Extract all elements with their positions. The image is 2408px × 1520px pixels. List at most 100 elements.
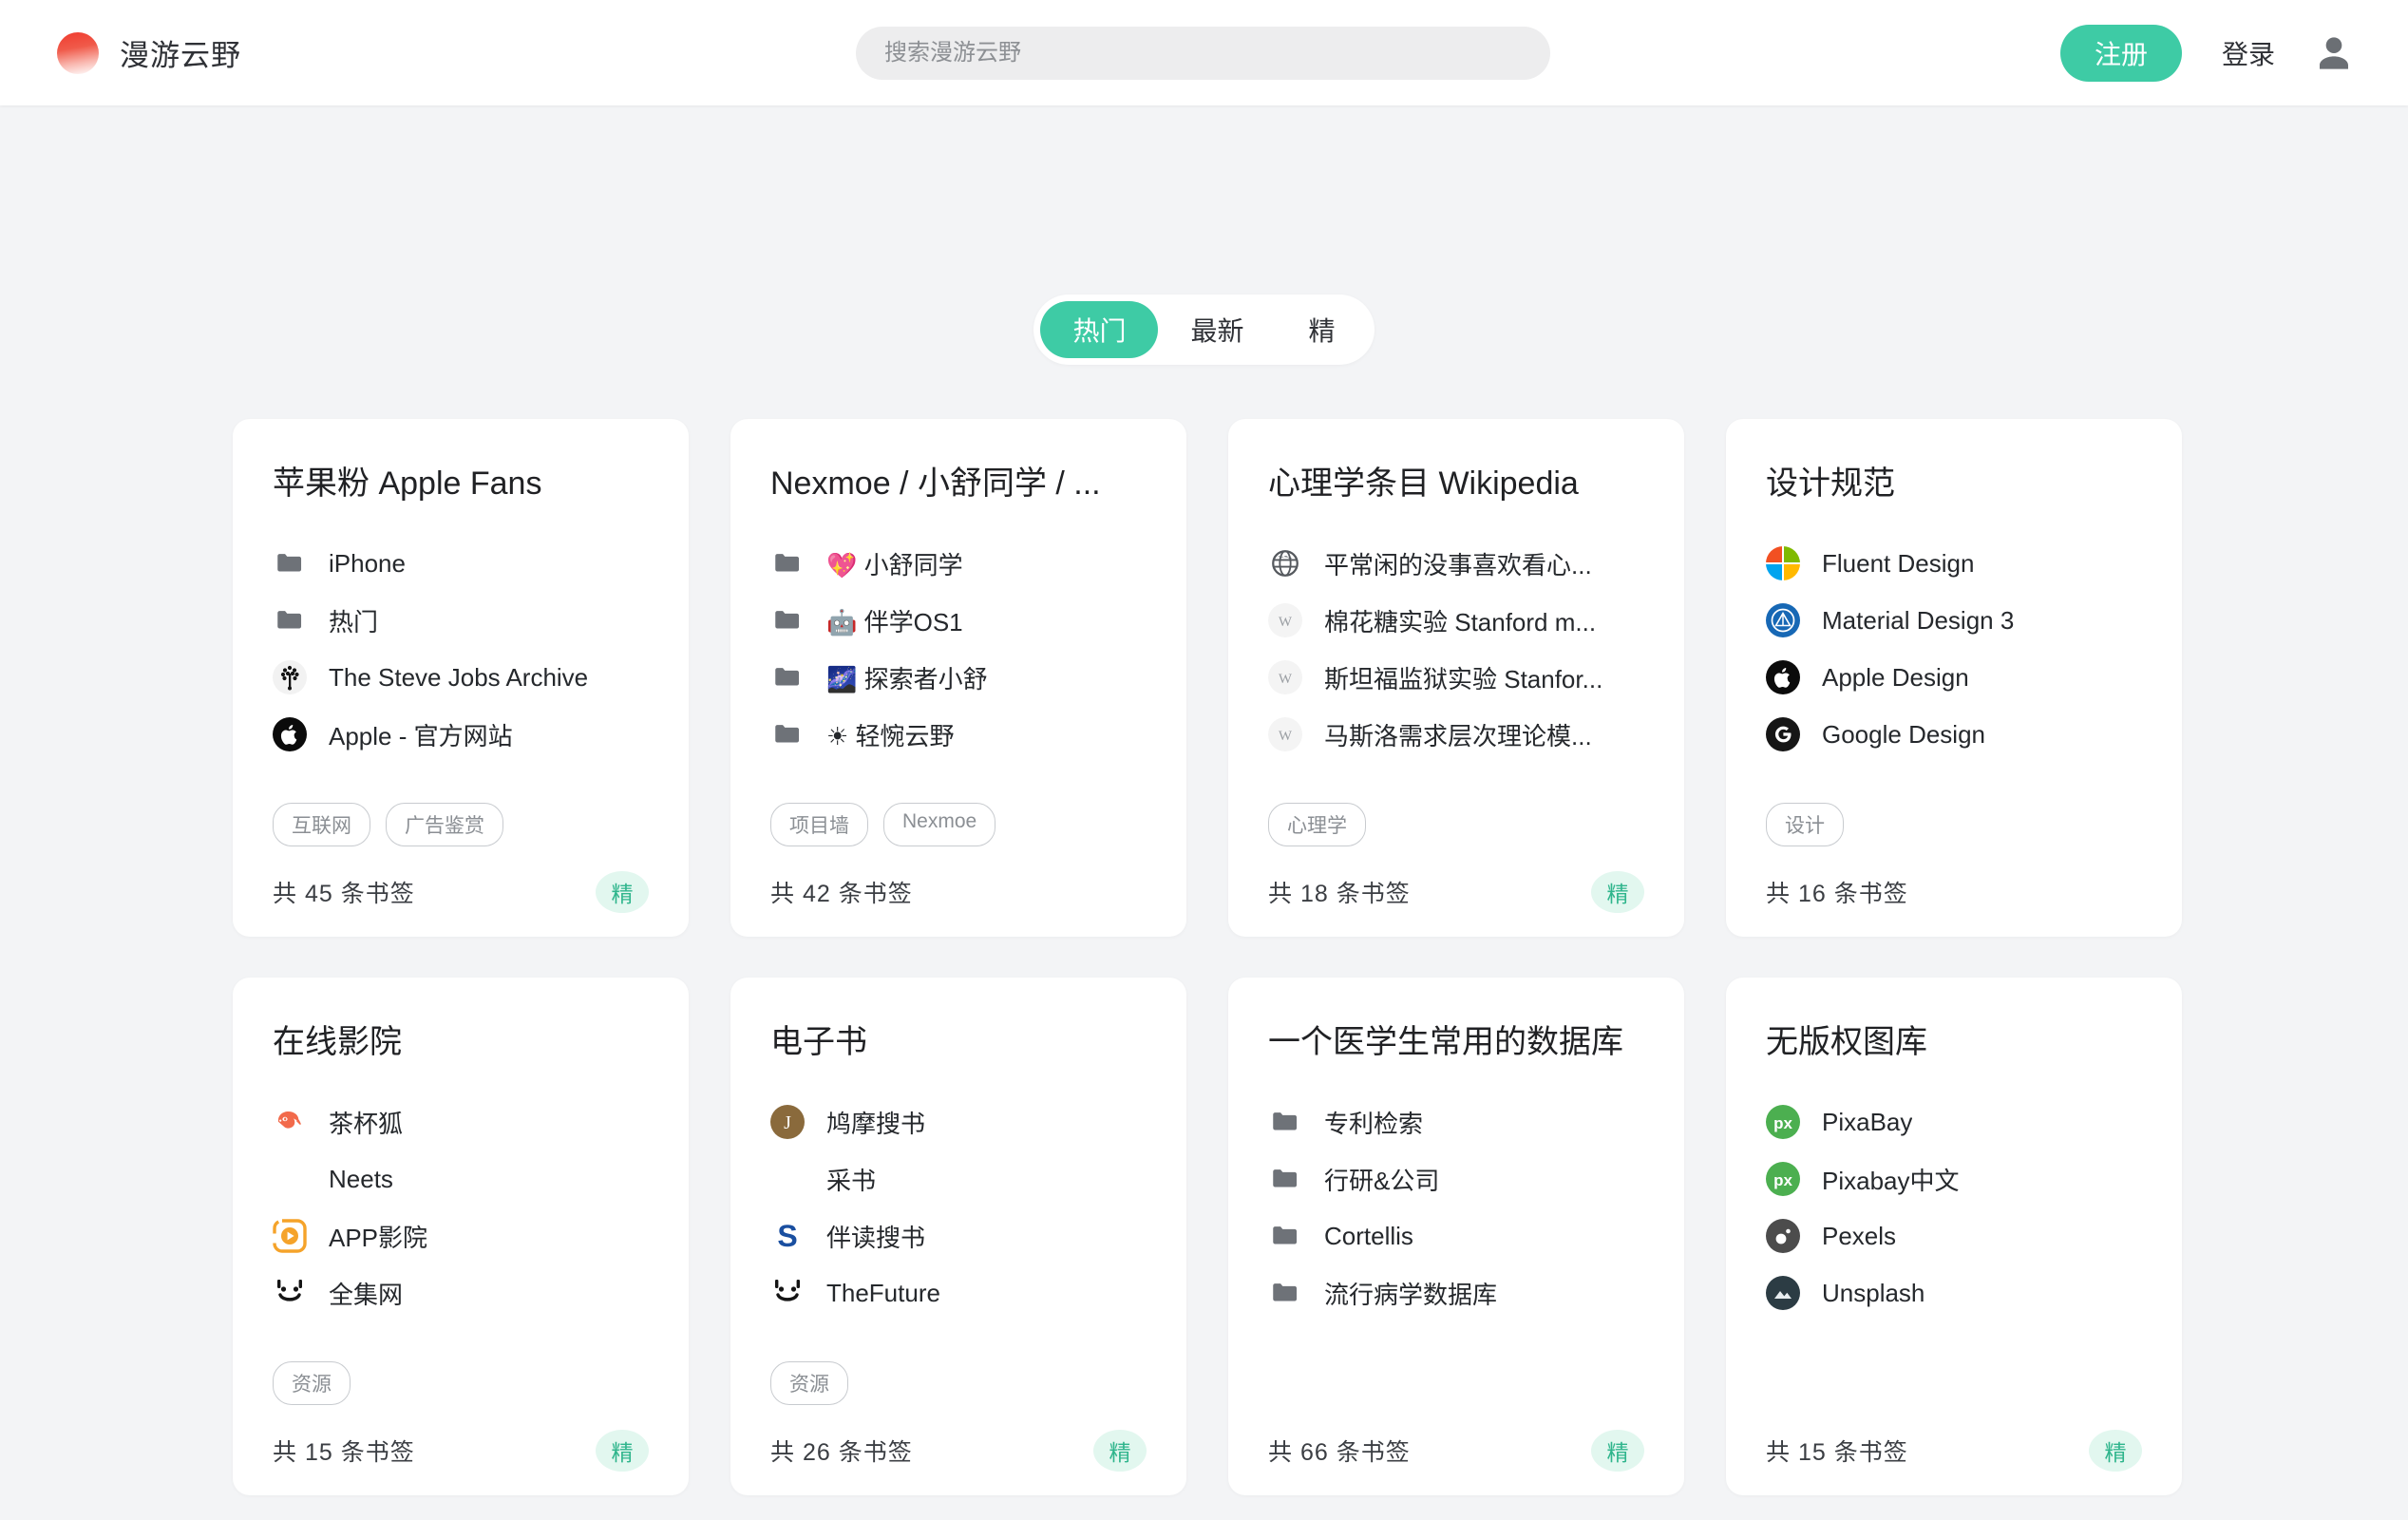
signup-button[interactable]: 注册 (2060, 25, 2182, 82)
bookmark-count: 共 15 条书签 (1766, 1434, 1908, 1468)
bookmark-item-label: 💖 小舒同学 (826, 546, 963, 581)
bookmark-item[interactable]: Google Design (1766, 706, 2142, 763)
brand[interactable]: 漫游云野 (57, 31, 241, 74)
bookmark-item[interactable]: ☀ 轻惋云野 (770, 706, 1147, 763)
bookmark-item-label: 伴读搜书 (826, 1219, 925, 1254)
apple-icon (1766, 660, 1800, 694)
bookmark-item[interactable]: 🤖 伴学OS1 (770, 592, 1147, 649)
card-tag-list: 心理学 (1268, 803, 1644, 846)
header-actions: 注册 登录 (2060, 25, 2353, 82)
material-design-icon (1766, 603, 1800, 637)
bookmark-item[interactable]: 专利检索 (1268, 1093, 1644, 1150)
bookmark-item[interactable]: 全集网 (273, 1264, 649, 1321)
bookmark-item[interactable]: 💖 小舒同学 (770, 535, 1147, 592)
card-title: 无版权图库 (1766, 1016, 2142, 1062)
card-footer: 共 16 条书签 精 (1766, 846, 2142, 937)
bookmark-count: 共 16 条书签 (1766, 875, 1908, 909)
bookmark-item[interactable]: Material Design 3 (1766, 592, 2142, 649)
bookmark-item[interactable]: Fluent Design (1766, 535, 2142, 592)
card-tag[interactable]: 广告鉴赏 (386, 803, 503, 846)
bookmark-item[interactable]: S 伴读搜书 (770, 1207, 1147, 1264)
bookmark-item-label: Apple - 官方网站 (329, 717, 513, 752)
collection-card[interactable]: Nexmoe / 小舒同学 / ... 💖 小舒同学 🤖 伴学OS1 🌌 探索者… (730, 419, 1186, 937)
bookmark-item[interactable]: 茶杯狐 (273, 1093, 649, 1150)
bookmark-item[interactable]: W 马斯洛需求层次理论模... (1268, 706, 1644, 763)
bookmark-item-label: Google Design (1822, 720, 1985, 750)
bookmark-item-label: Pexels (1822, 1222, 1896, 1251)
card-tag[interactable]: 设计 (1766, 803, 1844, 846)
folder-icon (1268, 1219, 1302, 1253)
bookmark-item[interactable]: Apple - 官方网站 (273, 706, 649, 763)
bookmark-item[interactable]: Pexels (1766, 1207, 2142, 1264)
featured-badge: 精 (596, 871, 649, 913)
play-square-icon (273, 1219, 307, 1253)
bookmark-item[interactable]: Neets (273, 1150, 649, 1207)
card-title: 苹果粉 Apple Fans (273, 457, 649, 504)
login-button[interactable]: 登录 (2222, 34, 2275, 72)
collection-card[interactable]: 一个医学生常用的数据库 专利检索 行研&公司 Cortellis 流行病学数据库… (1228, 978, 1684, 1495)
featured-badge: 精 (2089, 1430, 2142, 1472)
bookmark-item[interactable]: px PixaBay (1766, 1093, 2142, 1150)
bookmark-item-label: Neets (329, 1165, 393, 1194)
featured-badge: 精 (1591, 871, 1644, 913)
card-tag[interactable]: 项目墙 (770, 803, 868, 846)
card-footer: 共 18 条书签 精 (1268, 846, 1644, 937)
card-title: 一个医学生常用的数据库 (1268, 1016, 1644, 1062)
bookmark-item-label: 流行病学数据库 (1324, 1276, 1497, 1311)
brand-name: 漫游云野 (120, 31, 241, 74)
card-tag[interactable]: 心理学 (1268, 803, 1366, 846)
card-tag[interactable]: 资源 (770, 1361, 848, 1405)
search-input[interactable] (856, 27, 1550, 80)
tab-hot[interactable]: 热门 (1040, 301, 1158, 358)
bookmark-item[interactable]: 采书 (770, 1150, 1147, 1207)
collection-card[interactable]: 心理学条目 Wikipedia 平常闲的没事喜欢看心... W 棉花糖实验 St… (1228, 419, 1684, 937)
card-tag[interactable]: Nexmoe (883, 803, 995, 846)
card-tag[interactable]: 资源 (273, 1361, 351, 1405)
bookmark-item-label: 专利检索 (1324, 1105, 1423, 1140)
collection-card[interactable]: 在线影院 茶杯狐 Neets APP影院 全集网 资源 共 15 条书签 精 (233, 978, 689, 1495)
collection-card[interactable]: 苹果粉 Apple Fans iPhone 热门 The Steve Jobs … (233, 419, 689, 937)
bookmark-item[interactable]: Cortellis (1268, 1207, 1644, 1264)
bookmark-item-list: 专利检索 行研&公司 Cortellis 流行病学数据库 (1268, 1093, 1644, 1321)
card-tag[interactable]: 互联网 (273, 803, 370, 846)
bookmark-item[interactable]: W 斯坦福监狱实验 Stanfor... (1268, 649, 1644, 706)
bookmark-item[interactable]: W 棉花糖实验 Stanford m... (1268, 592, 1644, 649)
bookmark-item[interactable]: The Steve Jobs Archive (273, 649, 649, 706)
wikipedia-icon: W (1268, 717, 1302, 751)
bookmark-item[interactable]: TheFuture (770, 1264, 1147, 1321)
card-title: 心理学条目 Wikipedia (1268, 457, 1644, 504)
person-icon[interactable] (2315, 34, 2353, 72)
bookmark-item[interactable]: Unsplash (1766, 1264, 2142, 1321)
bookmark-item[interactable]: 热门 (273, 592, 649, 649)
bookmark-item[interactable]: 平常闲的没事喜欢看心... (1268, 535, 1644, 592)
tab-latest[interactable]: 最新 (1158, 301, 1276, 358)
bookmark-item-label: The Steve Jobs Archive (329, 663, 588, 693)
bookmark-item[interactable]: Apple Design (1766, 649, 2142, 706)
bookmark-item-list: J 鸠摩搜书 采书 S 伴读搜书 TheFuture (770, 1093, 1147, 1321)
bookmark-item-list: px PixaBay px Pixabay中文 Pexels Unsplash (1766, 1093, 2142, 1321)
bookmark-count: 共 42 条书签 (770, 875, 913, 909)
bookmark-item[interactable]: 行研&公司 (1268, 1150, 1644, 1207)
google-icon (1766, 717, 1800, 751)
bookmark-item-label: 行研&公司 (1324, 1162, 1439, 1197)
collection-card[interactable]: 电子书 J 鸠摩搜书 采书 S 伴读搜书 TheFuture 资源 共 26 条… (730, 978, 1186, 1495)
bookmark-item-label: 热门 (329, 603, 378, 638)
bookmark-item[interactable]: px Pixabay中文 (1766, 1150, 2142, 1207)
pixabay-icon: px (1766, 1105, 1800, 1139)
bookmark-item[interactable]: 流行病学数据库 (1268, 1264, 1644, 1321)
bookmark-item-label: 🤖 伴学OS1 (826, 603, 963, 638)
collection-card[interactable]: 设计规范 Fluent Design Material Design 3 App… (1726, 419, 2182, 937)
featured-badge: 精 (1591, 1430, 1644, 1472)
bookmark-count: 共 18 条书签 (1268, 875, 1411, 909)
bookmark-item-label: 马斯洛需求层次理论模... (1324, 717, 1592, 752)
bookmark-item[interactable]: 🌌 探索者小舒 (770, 649, 1147, 706)
bookmark-item[interactable]: APP影院 (273, 1207, 649, 1264)
wikipedia-icon: W (1268, 660, 1302, 694)
tab-featured[interactable]: 精 (1277, 301, 1368, 358)
bookmark-item[interactable]: J 鸠摩搜书 (770, 1093, 1147, 1150)
collection-card[interactable]: 无版权图库 px PixaBay px Pixabay中文 Pexels Uns… (1726, 978, 2182, 1495)
gradient-circle-logo-icon (57, 32, 99, 74)
none (273, 1162, 307, 1196)
card-tag-list: 互联网广告鉴赏 (273, 803, 649, 846)
bookmark-item[interactable]: iPhone (273, 535, 649, 592)
